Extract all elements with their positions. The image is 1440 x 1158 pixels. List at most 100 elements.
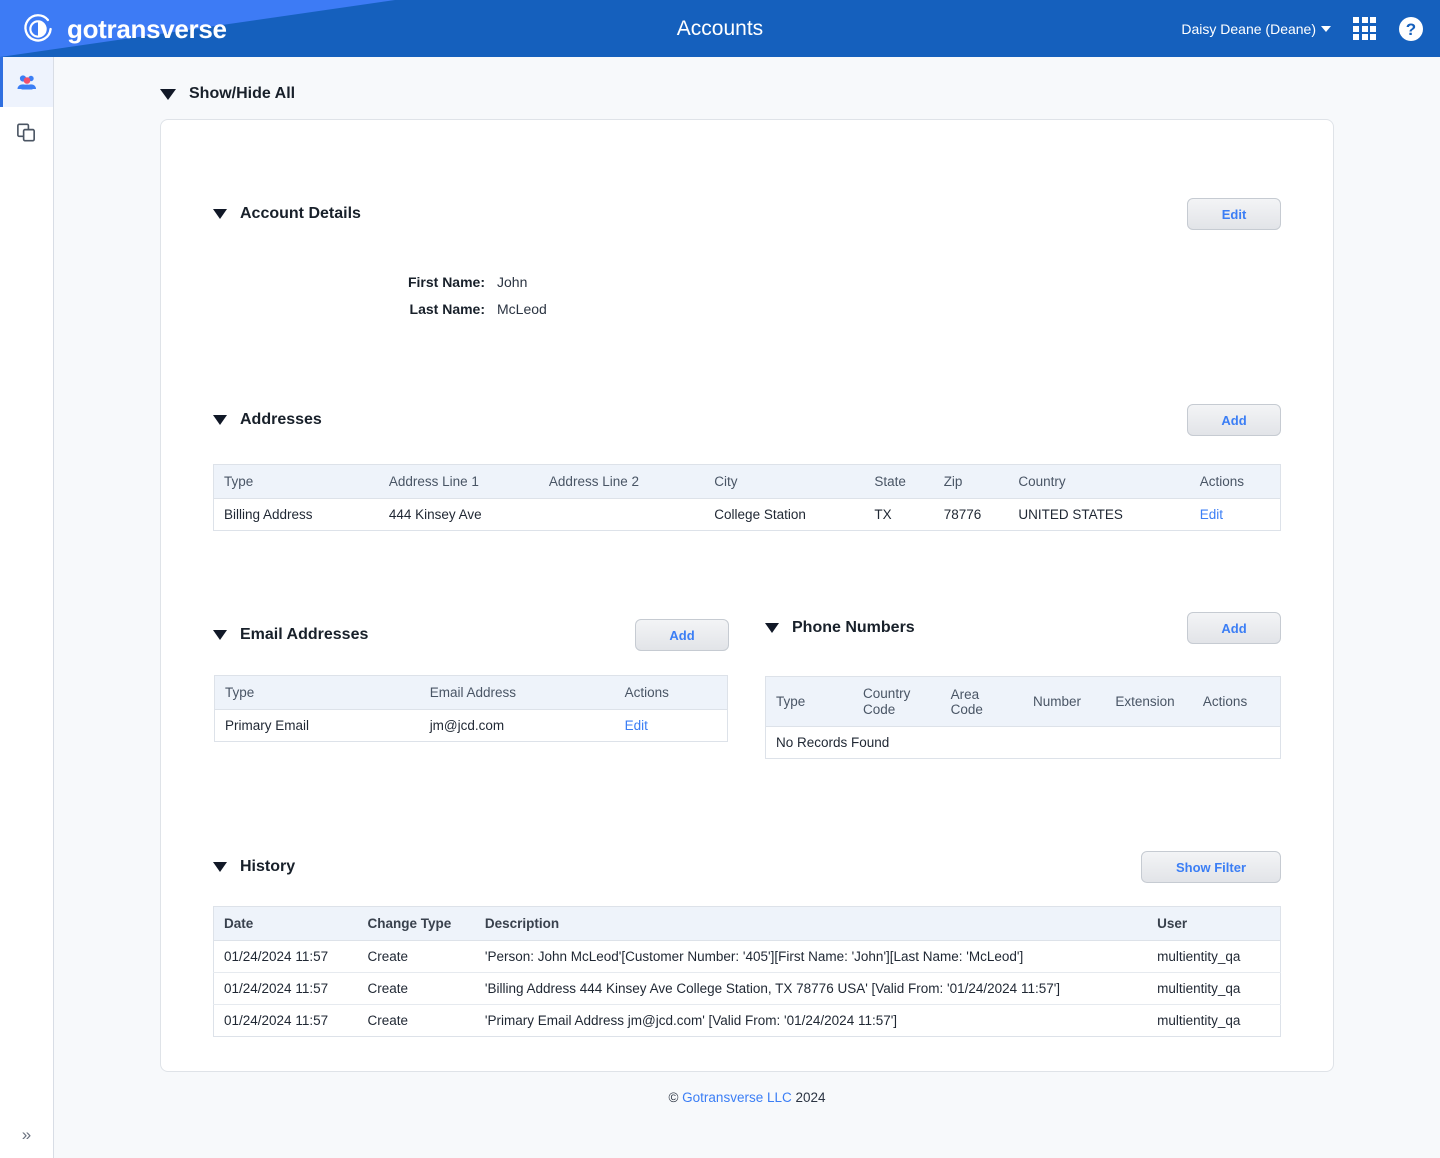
email-phone-row: Email Addresses Add Type Email Address A… — [213, 612, 1281, 760]
phone-numbers-section: Phone Numbers Add Type Country Code Area… — [765, 612, 1281, 760]
address-edit-link[interactable]: Edit — [1200, 507, 1223, 522]
field-row: First Name: John — [373, 274, 1281, 290]
col-extension: Extension — [1105, 676, 1193, 728]
brand-name: gotransverse — [67, 13, 227, 44]
caret-down-icon — [213, 415, 227, 425]
history-table-head-row: Date Change Type Description User — [213, 906, 1281, 942]
last-name-label: Last Name: — [409, 301, 485, 317]
show-filter-button[interactable]: Show Filter — [1141, 851, 1281, 884]
addresses-header: Addresses Add — [213, 404, 1281, 436]
no-records-message: No Records Found — [776, 735, 890, 751]
col-type: Type — [214, 675, 420, 710]
history-header: History Show Filter — [213, 851, 1281, 884]
history-table-wrap: Date Change Type Description User 01/24/… — [213, 906, 1281, 1038]
cell-description: 'Billing Address 444 Kinsey Ave College … — [474, 972, 1148, 1006]
cell-description: 'Person: John McLeod'[Customer Number: '… — [474, 940, 1148, 974]
col-country-code: Country Code — [853, 676, 941, 728]
body-wrapper: » Show/Hide All Account Details Edit Fir… — [0, 57, 1440, 1158]
apps-grid-cell — [1361, 34, 1368, 40]
show-hide-all-toggle[interactable]: Show/Hide All — [160, 85, 1334, 103]
col-type: Type — [765, 676, 854, 728]
cell-date: 01/24/2024 11:57 — [213, 972, 358, 1006]
caret-down-icon — [213, 630, 227, 640]
last-name-value: McLeod — [497, 301, 547, 317]
apps-grid-icon[interactable] — [1353, 17, 1376, 40]
caret-down-icon — [765, 623, 779, 633]
phone-numbers-table: Type Country Code Area Code Number Exten… — [765, 676, 1281, 760]
email-addresses-table: Type Email Address Actions Primary Email — [214, 675, 728, 742]
table-row: 01/24/2024 11:57 Create 'Person: John Mc… — [213, 940, 1281, 974]
apps-grid-cell — [1370, 34, 1376, 40]
phone-numbers-add-button[interactable]: Add — [1187, 612, 1281, 644]
history-table: Date Change Type Description User 01/24/… — [213, 906, 1281, 1038]
addresses-toggle[interactable]: Addresses — [213, 411, 322, 429]
col-address-line-2: Address Line 2 — [538, 464, 705, 499]
main-content: Show/Hide All Account Details Edit First… — [54, 57, 1440, 1158]
phone-numbers-toggle[interactable]: Phone Numbers — [765, 619, 915, 637]
app-root: gotransverse Accounts Daisy Deane (Deane… — [0, 0, 1440, 1158]
apps-grid-cell — [1361, 25, 1368, 32]
addresses-table: Type Address Line 1 Address Line 2 City … — [213, 464, 1281, 531]
cell-change-type: Create — [367, 1013, 409, 1029]
user-menu-button[interactable]: Daisy Deane (Deane) — [1181, 21, 1331, 37]
svg-text:?: ? — [1406, 20, 1416, 39]
account-card: Account Details Edit First Name: John La… — [160, 119, 1334, 1073]
double-chevron-right-icon: » — [21, 1125, 32, 1144]
history-toggle[interactable]: History — [213, 858, 295, 876]
addresses-section: Addresses Add Type Address Line 1 Addres… — [213, 404, 1281, 531]
addresses-title: Addresses — [240, 411, 322, 428]
account-details-header: Account Details Edit — [213, 142, 1281, 230]
phone-table-wrap: Type Country Code Area Code Number Exten… — [765, 676, 1281, 760]
col-actions: Actions — [1189, 464, 1281, 499]
cell-zip: 78776 — [943, 507, 982, 522]
apps-grid-cell — [1353, 25, 1359, 32]
col-area-code: Area Code — [940, 676, 1023, 728]
cell-description: 'Primary Email Address jm@jcd.com' [Vali… — [484, 1013, 898, 1029]
email-table-wrap: Type Email Address Actions Primary Email — [213, 675, 729, 742]
account-details-title: Account Details — [240, 205, 361, 222]
account-details-toggle[interactable]: Account Details — [213, 205, 361, 223]
cell-user: multientity_qa — [1147, 972, 1281, 1006]
col-state: State — [864, 464, 934, 499]
addresses-add-button[interactable]: Add — [1187, 404, 1281, 436]
email-addresses-add-button[interactable]: Add — [635, 619, 729, 651]
cell-change-type: Create — [357, 940, 475, 974]
addresses-table-wrap: Type Address Line 1 Address Line 2 City … — [213, 464, 1281, 531]
col-city: City — [704, 464, 865, 499]
help-circle-icon[interactable]: ? — [1398, 16, 1424, 42]
cell-address-line-1: 444 Kinsey Ave — [388, 507, 482, 522]
left-sidebar: » — [0, 57, 54, 1158]
company-link[interactable]: Gotransverse LLC — [682, 1090, 792, 1105]
sidebar-item-documents[interactable] — [0, 107, 53, 157]
apps-grid-cell — [1361, 17, 1368, 23]
footer: © Gotransverse LLC 2024 — [160, 1072, 1334, 1105]
phone-table-head-row: Type Country Code Area Code Number Exten… — [765, 676, 1281, 728]
caret-down-icon — [213, 209, 227, 219]
sidebar-item-accounts[interactable] — [0, 57, 53, 107]
col-date: Date — [213, 906, 358, 942]
user-menu-label: Daisy Deane (Deane) — [1181, 20, 1316, 37]
col-user: User — [1147, 906, 1281, 942]
account-details-edit-button[interactable]: Edit — [1187, 198, 1281, 230]
email-edit-link[interactable]: Edit — [625, 718, 648, 733]
col-email-address: Email Address — [419, 675, 615, 710]
table-row: 01/24/2024 11:57 Create 'Billing Address… — [213, 972, 1281, 1006]
email-addresses-header: Email Addresses Add — [213, 615, 729, 655]
copyright-symbol: © — [668, 1090, 679, 1106]
sidebar-expand-button[interactable]: » — [0, 1112, 53, 1158]
apps-grid-cell — [1370, 17, 1376, 23]
email-addresses-section: Email Addresses Add Type Email Address A… — [213, 615, 729, 759]
email-table-head-row: Type Email Address Actions — [214, 675, 728, 710]
table-row: 01/24/2024 11:57 Create 'Primary Email A… — [214, 1005, 1281, 1037]
col-country: Country — [1008, 464, 1190, 499]
email-addresses-toggle[interactable]: Email Addresses — [213, 626, 368, 644]
cell-date: 01/24/2024 11:57 — [213, 940, 358, 974]
cell-type: Billing Address — [224, 507, 313, 522]
col-description: Description — [474, 906, 1148, 942]
apps-grid-cell — [1353, 34, 1359, 40]
brand-logo-area[interactable]: gotransverse — [20, 0, 227, 57]
email-addresses-title: Email Addresses — [240, 626, 369, 643]
addresses-table-head-row: Type Address Line 1 Address Line 2 City … — [213, 464, 1281, 499]
cell-email-address: jm@jcd.com — [429, 718, 505, 733]
